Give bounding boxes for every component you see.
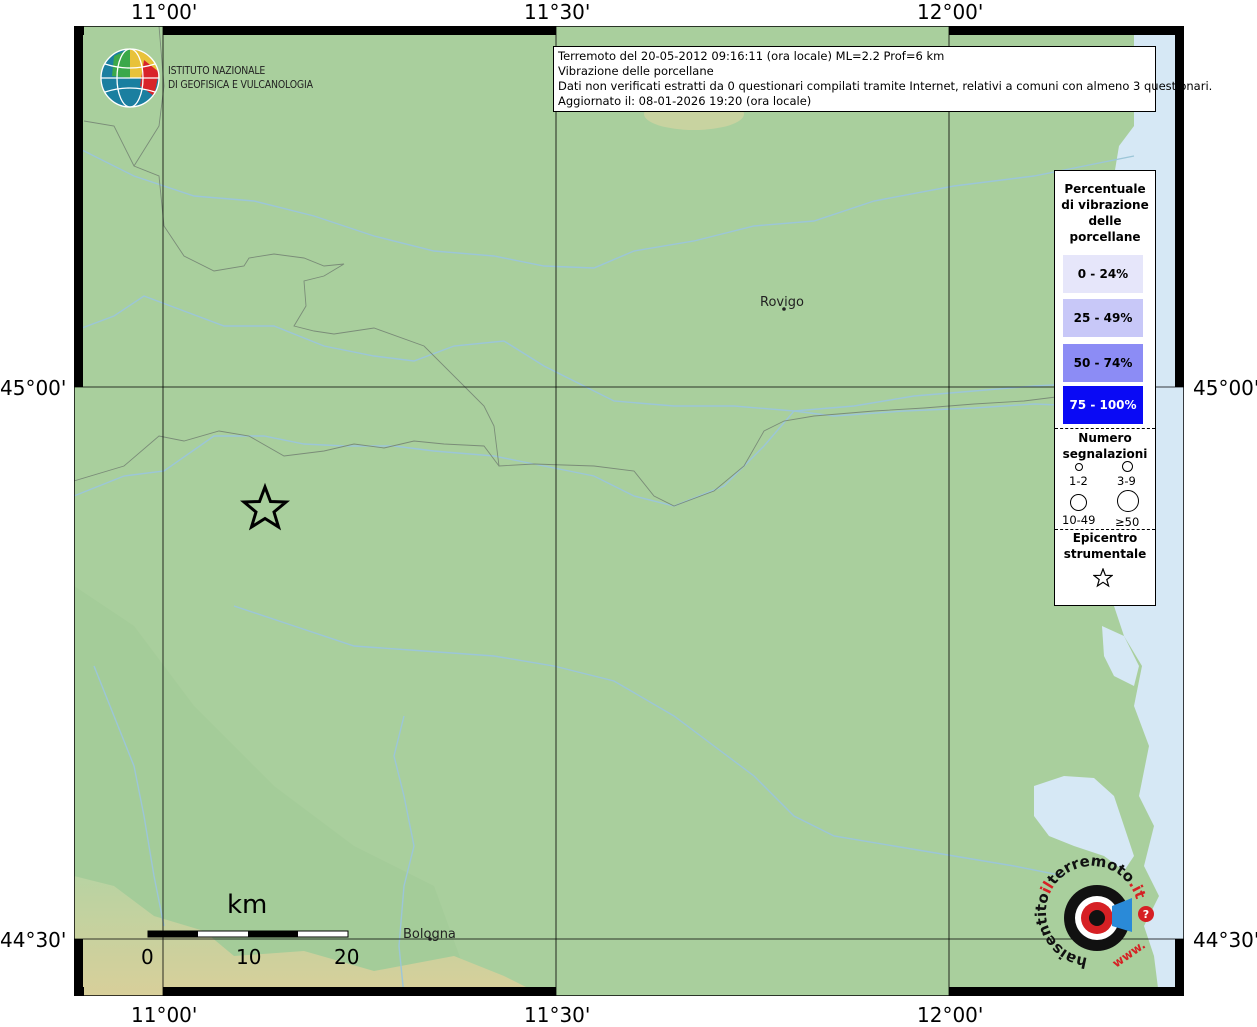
axis-bottom-label-1: 11°30' <box>524 1003 591 1027</box>
axis-right-label-0: 45°00' <box>1193 376 1257 400</box>
earthquake-info-box: Terremoto del 20-05-2012 09:16:11 (ora l… <box>553 46 1213 112</box>
count-circle-small <box>1075 463 1083 471</box>
legend-class-1: 25 - 49% <box>1063 299 1143 337</box>
legend-class-0: 0 - 24% <box>1063 255 1143 293</box>
legend-star-icon <box>1093 568 1113 588</box>
map-area: ? <box>74 26 1184 996</box>
count-label-50plus: ≥50 <box>1115 515 1140 529</box>
legend-epi-title-2: strumentale <box>1063 547 1147 561</box>
axis-bottom-label-2: 12°00' <box>917 1003 984 1027</box>
map-canvas: ? <box>74 26 1184 996</box>
count-circle-large <box>1070 494 1087 511</box>
axis-top-label-1: 11°30' <box>524 0 591 24</box>
count-label-1-2: 1-2 <box>1069 474 1088 488</box>
count-label-3-9: 3-9 <box>1117 474 1136 488</box>
axis-right-label-1: 44°30' <box>1193 928 1257 952</box>
count-circle-medium <box>1122 461 1133 472</box>
logo-line-2: DI GEOFISICA E VULCANOLOGIA <box>168 78 313 91</box>
scale-bar <box>147 930 349 938</box>
legend-title-1: Percentuale <box>1064 182 1146 196</box>
legend-class-2: 50 - 74% <box>1063 344 1143 382</box>
badge-www: www. <box>1110 938 1148 971</box>
count-label-10-49: 10-49 <box>1062 513 1096 527</box>
scale-tick-0: 0 <box>141 945 154 969</box>
city-label-rovigo: Rovigo <box>760 295 804 310</box>
scale-tick-20: 20 <box>334 945 360 969</box>
city-label-bologna: Bologna <box>403 927 456 942</box>
ingv-logo-globe <box>100 48 160 108</box>
logo-line-1: ISTITUTO NAZIONALE <box>168 64 266 77</box>
count-circle-xlarge <box>1117 490 1139 512</box>
info-line-4: Aggiornato il: 08-01-2026 19:20 (ora loc… <box>558 94 812 108</box>
axis-top-label-0: 11°00' <box>131 0 198 24</box>
badge-part-3: terremoto <box>1043 851 1138 888</box>
legend-title-3: delle <box>1088 214 1122 228</box>
legend-title-4: porcellane <box>1069 230 1141 244</box>
info-line-1: Terremoto del 20-05-2012 09:16:11 (ora l… <box>558 49 945 63</box>
ingv-logo-text: ISTITUTO NAZIONALE DI GEOFISICA E VULCAN… <box>168 64 313 92</box>
legend-title-2: di vibrazione <box>1061 198 1149 212</box>
axis-left-label-1: 44°30' <box>0 928 67 952</box>
legend-separator-1 <box>1055 428 1155 429</box>
scale-tick-10: 10 <box>236 945 262 969</box>
legend-class-3: 75 - 100% <box>1063 386 1143 424</box>
axis-bottom-label-0: 11°00' <box>131 1003 198 1027</box>
info-line-2: Vibrazione delle porcellane <box>558 64 714 78</box>
info-line-3: Dati non verificati estratti da 0 questi… <box>558 79 1213 93</box>
scale-unit: km <box>227 890 268 920</box>
axis-left-label-0: 45°00' <box>0 376 67 400</box>
haisentito-badge-text: haisentitoilterremoto.it www. <box>1032 851 1150 972</box>
axis-top-label-2: 12°00' <box>917 0 984 24</box>
legend-epi-title-1: Epicentro <box>1072 531 1138 545</box>
legend-count-title-2: segnalazioni <box>1062 447 1148 461</box>
legend-panel: Percentuale di vibrazione delle porcella… <box>1054 170 1156 606</box>
badge-part-1: haisentito <box>1032 891 1089 972</box>
legend-count-title-1: Numero <box>1078 431 1132 445</box>
